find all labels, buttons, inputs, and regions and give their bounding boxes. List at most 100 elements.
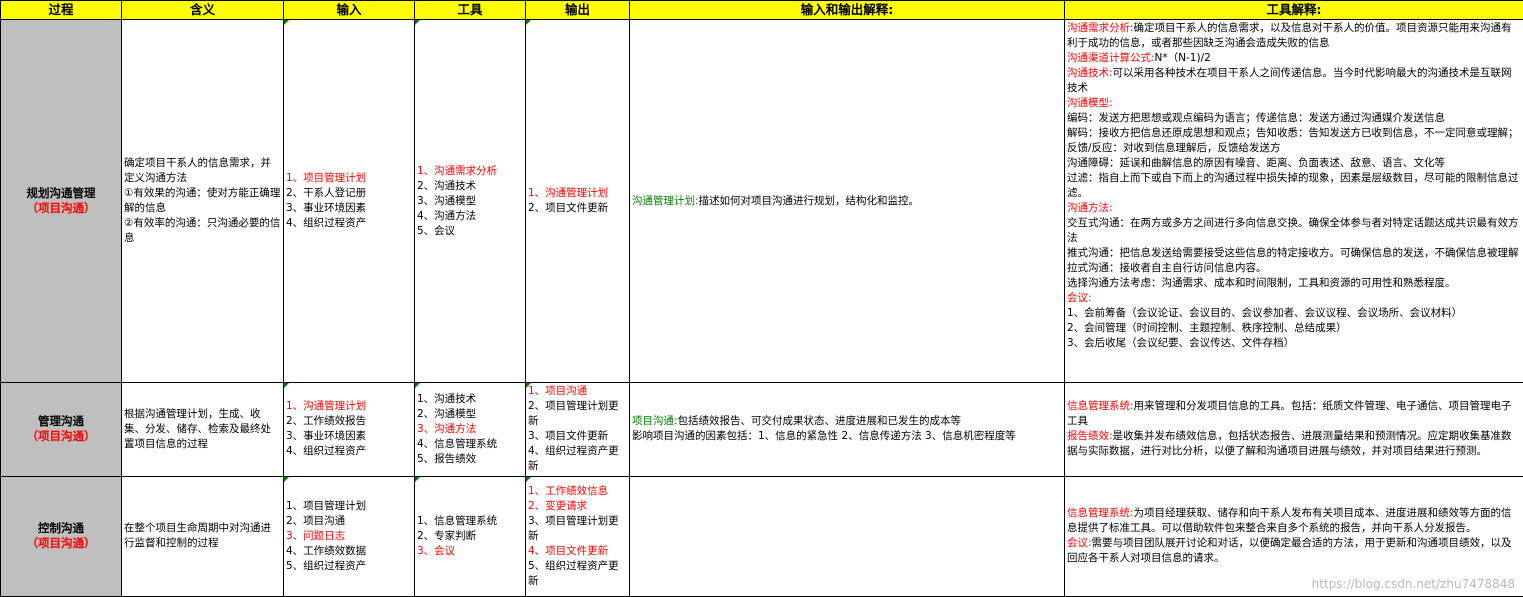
meaning-cell[interactable]: 根据沟通管理计划，生成、收集、分发、储存、检索及最终处置项目信息的过程 <box>121 382 284 477</box>
cell-line: 4、工作绩效数据 <box>286 544 412 559</box>
spreadsheet-view: 过程 含义 输入 工具 输出 输入和输出解释: 工具解释: 规划沟通管理 （项目沟… <box>0 0 1523 597</box>
cell-line: 5、组织过程资产 <box>286 559 412 574</box>
process-cell[interactable]: 控制沟通 （项目沟通） <box>0 475 122 597</box>
cell-line: 2、专家判断 <box>417 529 523 544</box>
cell-text: 5、会议 <box>417 224 456 237</box>
cell-text: 5、报告绩效 <box>417 452 477 465</box>
header-tools[interactable]: 工具 <box>414 0 526 20</box>
cell-text: 3、项目管理计划更新 <box>528 514 619 542</box>
cell-line: 1、沟通管理计划 <box>286 399 412 414</box>
cell-line: 2、会间管理（时间控制、主题控制、秩序控制、总结成果） <box>1067 321 1521 336</box>
cell-line: 2、项目文件更新 <box>528 201 627 216</box>
cell-line: 2、项目管理计划更新 <box>528 399 627 429</box>
header-row: 过程 含义 输入 工具 输出 输入和输出解释: 工具解释: <box>0 0 1523 20</box>
tools-cell[interactable]: 1、沟通需求分析 2、沟通技术 3、沟通模型 4、沟通方法 5、会议 <box>414 18 526 384</box>
cell-text: 2、沟通技术 <box>417 179 477 192</box>
cell-line: 会议: <box>1067 291 1521 306</box>
tool-explain-cell[interactable]: 沟通需求分析:确定项目干系人的信息需求，以及信息对干系人的价值。项目资源只能用来… <box>1064 18 1523 384</box>
process-name: 管理沟通 <box>38 414 84 429</box>
header-tool-explain[interactable]: 工具解释: <box>1064 0 1523 20</box>
cell-text: 选择沟通方法考虑：沟通需求、成本和时间限制，工具和资源的可用性和熟悉程度。 <box>1067 277 1456 289</box>
meaning-cell[interactable]: 在整个项目生命周期中对沟通进行监督和控制的过程 <box>121 475 284 597</box>
header-io-explain[interactable]: 输入和输出解释: <box>629 0 1065 20</box>
io-explain-cell[interactable]: 沟通管理计划:描述如何对项目沟通进行规划，结构化和监控。 <box>629 18 1065 384</box>
cell-line: 1、会前筹备（会议论证、会议目的、会议参加者、会议议程、会议场所、会议材料） <box>1067 306 1521 321</box>
cell-text: 3、沟通模型 <box>417 194 477 207</box>
comment-marker-icon <box>284 20 289 25</box>
cell-line: 过滤：指自上而下或自下而上的沟通过程中损失掉的现象，因素是层级数目，尽可能的限制… <box>1067 171 1521 201</box>
output-cell[interactable]: 1、工作绩效信息 2、变更请求 3、项目管理计划更新 4、项目文件更新 5、组织过程资产… <box>525 475 630 597</box>
cell-line: 交互式沟通：在两方或多方之间进行多向信息交换。确保全体参与者对特定话题达成共识最… <box>1067 216 1521 246</box>
cell-line: 2、变更请求 <box>528 499 627 514</box>
header-meaning[interactable]: 含义 <box>121 0 284 20</box>
cell-key: 信息管理系统: <box>1067 400 1134 413</box>
cell-text: 1、会前筹备（会议论证、会议目的、会议参加者、会议议程、会议场所、会议材料） <box>1067 307 1463 319</box>
io-explain-cell[interactable]: 项目沟通:包括绩效报告、可交付成果状态、进度进展和已发生的成本等 影响项目沟通的因… <box>629 382 1065 477</box>
cell-text: 1、信息管理系统 <box>417 514 498 527</box>
cell-key: 信息管理系统: <box>1067 507 1134 520</box>
output-cell[interactable]: 1、沟通管理计划 2、项目文件更新 <box>525 18 630 384</box>
cell-line: ①有效果的沟通：使对方能正确理解的信息 <box>124 186 281 216</box>
cell-line: 4、组织过程资产 <box>286 444 412 459</box>
tool-explain-cell[interactable]: 信息管理系统:用来管理和分发项目信息的工具。包括：纸质文件管理、电子通信、项目管… <box>1064 382 1523 477</box>
header-input[interactable]: 输入 <box>283 0 415 20</box>
tools-cell[interactable]: 1、信息管理系统 2、专家判断 3、会议 <box>414 475 526 597</box>
cell-text: 为项目经理获取、储存和向干系人发布有关项目成本、进度进展和绩效等方面的信息提供了… <box>1067 507 1512 535</box>
cell-text: 可以采用各种技术在项目干系人之间传递信息。当今时代影响最大的沟通技术是互联网技术 <box>1067 67 1512 94</box>
cell-text: 编码：发送方把思想或观点编码为语言；传递信息：发送方通过沟通媒介发送信息 <box>1067 112 1445 124</box>
cell-line: 1、工作绩效信息 <box>528 484 627 499</box>
cell-text: 4、工作绩效数据 <box>286 544 367 557</box>
cell-text: 2、项目管理计划更新 <box>528 400 619 428</box>
cell-line: 5、报告绩效 <box>417 452 523 467</box>
cell-line: 3、会后收尾（会议纪要、会议传达、文件存档） <box>1067 336 1521 351</box>
cell-line: ②有效率的沟通：只沟通必要的信息 <box>124 216 281 246</box>
cell-text: 2、项目沟通 <box>286 514 346 527</box>
cell-line: 影响项目沟通的因素包括：1、信息的紧急性 2、信息传递方法 3、信息机密程度等 <box>632 429 1062 444</box>
cell-text: 1、沟通技术 <box>417 392 477 405</box>
header-process[interactable]: 过程 <box>0 0 122 20</box>
cell-key: 报告绩效: <box>1067 430 1113 443</box>
cell-text: 需要与项目团队展开讨论和对话，以便确定最合适的方法，用于更新和沟通项目绩效，以及… <box>1067 537 1512 565</box>
cell-text: 1、沟通管理计划 <box>286 400 367 413</box>
input-cell[interactable]: 1、项目管理计划 2、干系人登记册 3、事业环境因素 4、组织过程资产 <box>283 18 415 384</box>
input-cell[interactable]: 1、项目管理计划 2、项目沟通 3、问题日志 4、工作绩效数据 5、组织过程资产 <box>283 475 415 597</box>
header-output[interactable]: 输出 <box>525 0 630 20</box>
cell-line: 解码：接收方把信息还原成思想和观点；告知收悉：告知发送方已收到信息，不一定同意或… <box>1067 126 1521 156</box>
cell-line: 编码：发送方把思想或观点编码为语言；传递信息：发送方通过沟通媒介发送信息 <box>1067 111 1521 126</box>
cell-line: 会议:需要与项目团队展开讨论和对话，以便确定最合适的方法，用于更新和沟通项目绩效… <box>1067 536 1521 566</box>
cell-line: 沟通管理计划:描述如何对项目沟通进行规划，结构化和监控。 <box>632 194 1062 209</box>
cell-line: 3、项目文件更新 <box>528 429 627 444</box>
comment-marker-icon <box>415 383 420 389</box>
process-sub: （项目沟通） <box>26 201 96 216</box>
cell-key: 沟通需求分析: <box>1067 22 1134 34</box>
tools-cell[interactable]: 1、沟通技术 2、沟通模型 3、沟通方法 4、信息管理系统 5、报告绩效 <box>414 382 526 477</box>
cell-line: 根据沟通管理计划，生成、收集、分发、储存、检索及最终处置项目信息的过程 <box>124 407 281 452</box>
io-explain-cell[interactable] <box>629 475 1065 597</box>
cell-line: 信息管理系统:用来管理和分发项目信息的工具。包括：纸质文件管理、电子通信、项目管… <box>1067 399 1521 429</box>
cell-text: 描述如何对项目沟通进行规划，结构化和监控。 <box>698 194 920 207</box>
cell-key: 会议: <box>1067 537 1092 550</box>
process-cell[interactable]: 管理沟通 （项目沟通） <box>0 382 122 477</box>
process-name: 规划沟通管理 <box>26 186 96 201</box>
comment-marker-icon <box>415 20 420 25</box>
cell-text: 1、项目管理计划 <box>286 172 367 185</box>
tool-explain-cell[interactable]: 信息管理系统:为项目经理获取、储存和向干系人发布有关项目成本、进度进展和绩效等方… <box>1064 475 1523 597</box>
cell-text: 3、问题日志 <box>286 529 346 542</box>
table-row: 管理沟通 （项目沟通） 根据沟通管理计划，生成、收集、分发、储存、检索及最终处置项目… <box>0 382 1523 477</box>
process-cell[interactable]: 规划沟通管理 （项目沟通） <box>0 18 122 384</box>
cell-text: 影响项目沟通的因素包括：1、信息的紧急性 2、信息传递方法 3、信息机密程度等 <box>632 430 1016 443</box>
cell-text: 1、项目沟通 <box>528 385 588 398</box>
meaning-cell[interactable]: 确定项目干系人的信息需求，并定义沟通方法 ①有效果的沟通：使对方能正确理解的信息 ②… <box>121 18 284 384</box>
process-sub: （项目沟通） <box>26 536 96 551</box>
cell-text: 4、组织过程资产更新 <box>528 445 619 473</box>
output-cell[interactable]: 1、项目沟通 2、项目管理计划更新 3、项目文件更新 4、组织过程资产更新 <box>525 382 630 477</box>
table-row: 控制沟通 （项目沟通） 在整个项目生命周期中对沟通进行监督和控制的过程 1、项目管理计… <box>0 475 1523 597</box>
cell-line: 沟通技术:可以采用各种技术在项目干系人之间传递信息。当今时代影响最大的沟通技术是… <box>1067 66 1521 96</box>
process-name: 控制沟通 <box>38 521 84 536</box>
cell-line: 1、项目管理计划 <box>286 499 412 514</box>
cell-line: 4、项目文件更新 <box>528 544 627 559</box>
cell-line: 3、沟通方法 <box>417 422 523 437</box>
cell-line: 1、项目沟通 <box>528 384 627 399</box>
cell-line: 沟通模型: <box>1067 96 1521 111</box>
input-cell[interactable]: 1、沟通管理计划 2、工作绩效报告 3、事业环境因素 4、组织过程资产 <box>283 382 415 477</box>
